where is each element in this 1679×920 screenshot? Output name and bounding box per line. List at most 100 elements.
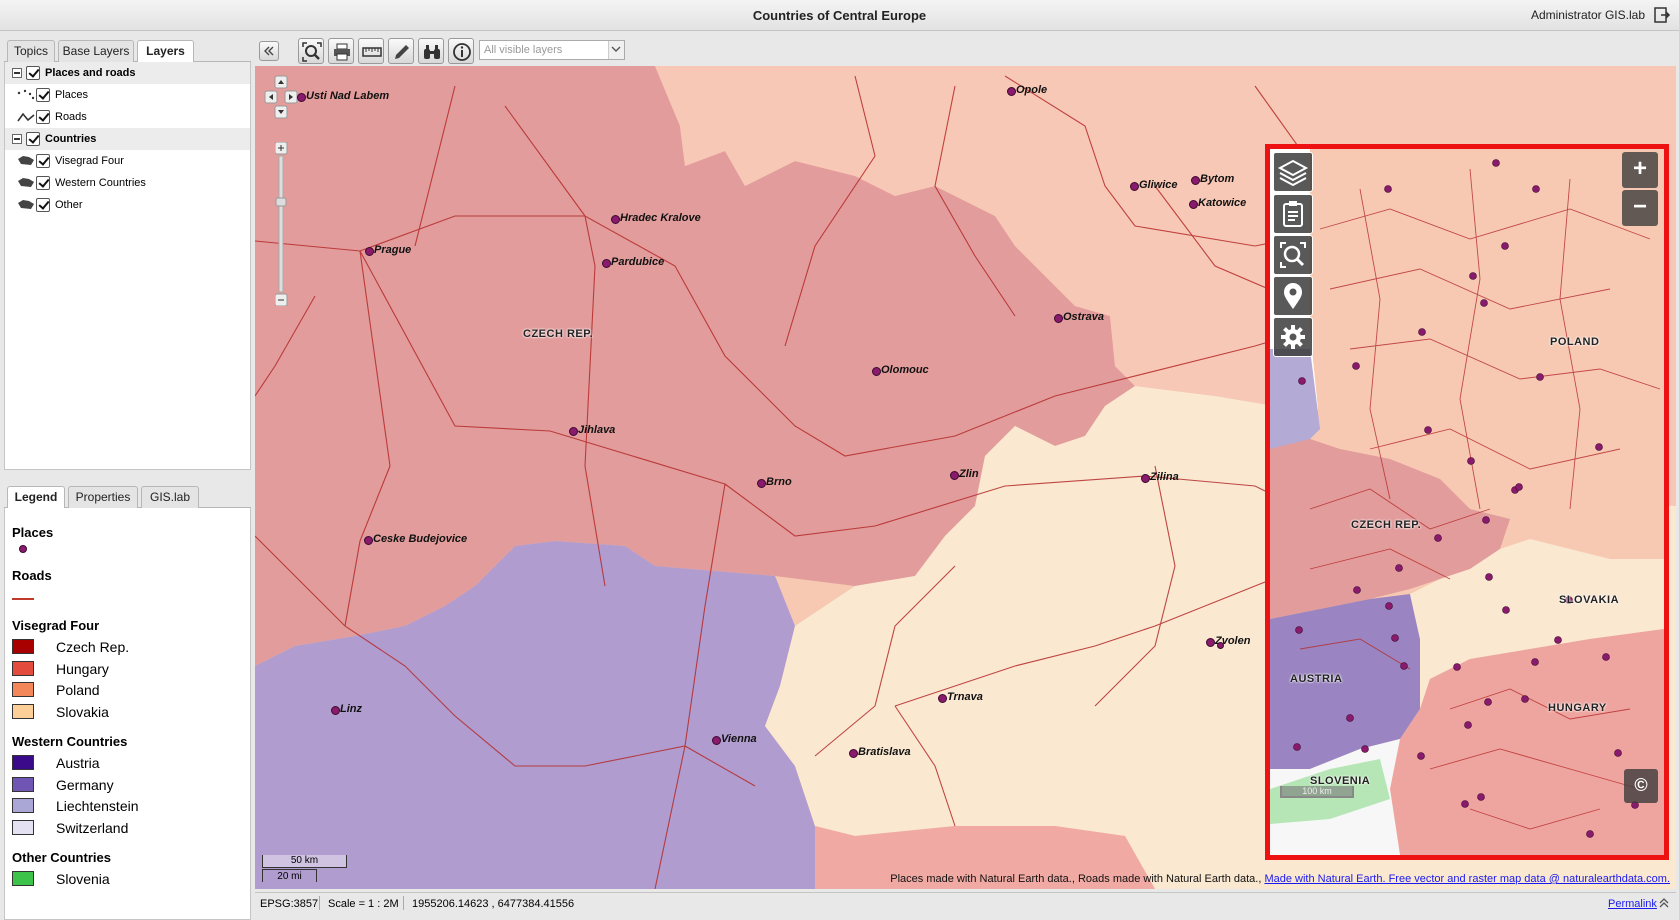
checkbox[interactable] bbox=[36, 154, 50, 168]
city-label[interactable]: Usti Nad Labem bbox=[296, 90, 389, 102]
mobile-layers-button[interactable] bbox=[1273, 152, 1313, 192]
city-label[interactable]: Zilina bbox=[1141, 471, 1179, 483]
checkbox[interactable] bbox=[36, 198, 50, 212]
tree-item-places[interactable]: Places bbox=[5, 84, 250, 106]
checkbox[interactable] bbox=[26, 66, 40, 80]
country-label: SLOVAKIA bbox=[1559, 594, 1620, 606]
city-label[interactable]: Pardubice bbox=[601, 256, 664, 268]
city-label[interactable]: Hradec Kralove bbox=[611, 212, 701, 224]
coordinates-label: 1955206.14623 , 6477384.41556 bbox=[412, 898, 575, 910]
map-pin-icon bbox=[1284, 283, 1302, 309]
layer-select-value: All visible layers bbox=[484, 44, 563, 56]
mobile-viewer[interactable]: + − © POLAND CZECH REP. SLOVAKIA AUSTRIA… bbox=[1265, 144, 1669, 860]
tab-gislab[interactable]: GIS.lab bbox=[141, 486, 199, 508]
expand-up-icon[interactable] bbox=[1658, 897, 1670, 909]
checkbox[interactable] bbox=[36, 176, 50, 190]
swatch bbox=[12, 798, 34, 813]
city-label[interactable]: Bratislava bbox=[849, 746, 911, 758]
mobile-scale-bar: 100 km bbox=[1280, 786, 1354, 798]
search-button[interactable] bbox=[418, 38, 444, 64]
tab-topics[interactable]: Topics bbox=[7, 40, 55, 62]
app-title: Countries of Central Europe bbox=[752, 8, 927, 23]
city-label[interactable]: Linz bbox=[331, 703, 362, 715]
city-label[interactable]: Gliwice bbox=[1130, 179, 1178, 191]
ruler-icon bbox=[362, 47, 382, 57]
place-symbol-icon bbox=[19, 545, 27, 553]
mobile-zoom-in-button[interactable]: + bbox=[1622, 152, 1658, 188]
city-label[interactable]: Brno bbox=[757, 476, 792, 488]
swatch bbox=[12, 704, 34, 719]
swatch bbox=[12, 755, 34, 770]
country-label: CZECH REP. bbox=[523, 328, 594, 340]
checkbox[interactable] bbox=[36, 110, 50, 124]
city-label[interactable]: Olomouc bbox=[872, 364, 929, 376]
mobile-map-canvas[interactable] bbox=[1270, 149, 1664, 855]
zoom-to-extent-button[interactable] bbox=[298, 38, 324, 64]
city-label[interactable]: Trnava bbox=[938, 691, 983, 703]
draw-button[interactable] bbox=[388, 38, 414, 64]
checkbox[interactable] bbox=[36, 88, 50, 102]
place-marker[interactable] bbox=[1217, 642, 1224, 649]
city-label[interactable]: Prague bbox=[364, 244, 411, 256]
tab-legend[interactable]: Legend bbox=[7, 486, 65, 509]
country-label: HUNGARY bbox=[1548, 702, 1607, 714]
chevron-down-icon[interactable] bbox=[608, 41, 624, 59]
tab-base-layers[interactable]: Base Layers bbox=[58, 40, 134, 62]
tab-layers[interactable]: Layers bbox=[137, 40, 194, 63]
separator bbox=[403, 896, 404, 910]
zoom-slider-handle[interactable] bbox=[275, 197, 287, 207]
tree-item-other[interactable]: Other bbox=[5, 194, 250, 216]
country-label: CZECH REP. bbox=[1351, 519, 1422, 531]
city-label[interactable]: Zlin bbox=[950, 468, 979, 480]
attribution-text: Places made with Natural Earth data., Ro… bbox=[890, 873, 1265, 885]
scale-km: 50 km bbox=[262, 855, 347, 868]
tree-item-roads[interactable]: Roads bbox=[5, 106, 250, 128]
zoom-slider[interactable] bbox=[274, 141, 288, 307]
tree-group-places-and-roads[interactable]: Places and roads bbox=[5, 62, 250, 84]
identify-button[interactable] bbox=[448, 38, 474, 64]
pan-control[interactable] bbox=[263, 74, 299, 127]
measure-button[interactable] bbox=[358, 38, 384, 64]
country-label: AUSTRIA bbox=[1290, 673, 1343, 685]
pan-arrows-icon[interactable] bbox=[263, 74, 299, 124]
city-label[interactable]: Jihlava bbox=[568, 424, 615, 436]
zoom-extent-icon bbox=[1280, 242, 1306, 268]
collapse-icon[interactable] bbox=[12, 134, 22, 144]
city-label[interactable]: Opole bbox=[1006, 84, 1047, 96]
mobile-zoom-extent-button[interactable] bbox=[1273, 235, 1313, 275]
scale-label: Scale = 1 : 2M bbox=[328, 898, 399, 910]
mobile-settings-button[interactable] bbox=[1273, 317, 1313, 357]
mobile-legend-button[interactable] bbox=[1273, 194, 1313, 234]
checkbox[interactable] bbox=[26, 132, 40, 146]
mobile-attribution-button[interactable]: © bbox=[1624, 769, 1658, 803]
city-label[interactable]: Ostrava bbox=[1054, 311, 1104, 323]
mobile-location-button[interactable] bbox=[1273, 276, 1313, 316]
print-button[interactable] bbox=[328, 38, 354, 64]
swatch bbox=[12, 639, 34, 654]
tab-properties[interactable]: Properties bbox=[68, 486, 138, 508]
permalink-link[interactable]: Permalink bbox=[1608, 898, 1657, 910]
city-label[interactable]: Katowice bbox=[1188, 197, 1246, 209]
legend-tabs: Legend Properties GIS.lab bbox=[4, 482, 251, 509]
status-bar: EPSG:3857 Scale = 1 : 2M 1955206.14623 ,… bbox=[255, 892, 1676, 913]
tree-group-countries[interactable]: Countries bbox=[5, 128, 250, 150]
swatch bbox=[12, 682, 34, 697]
user-name: Administrator GIS.lab bbox=[1530, 8, 1645, 22]
collapse-panel-button[interactable] bbox=[259, 41, 279, 61]
tree-item-visegrad-four[interactable]: Visegrad Four bbox=[5, 150, 250, 172]
city-label[interactable]: Vienna bbox=[712, 733, 757, 745]
tree-item-western-countries[interactable]: Western Countries bbox=[5, 172, 250, 194]
map-attribution: Places made with Natural Earth data., Ro… bbox=[890, 873, 1670, 885]
city-label[interactable]: Bytom bbox=[1190, 173, 1234, 185]
road-symbol-icon bbox=[12, 598, 34, 600]
collapse-icon[interactable] bbox=[12, 68, 22, 78]
mobile-zoom-out-button[interactable]: − bbox=[1622, 190, 1658, 226]
polygon-symbol-icon bbox=[18, 178, 34, 187]
city-label[interactable]: Ceske Budejovice bbox=[363, 533, 467, 545]
map-toolbar: All visible layers bbox=[255, 36, 1676, 66]
attribution-link[interactable]: Made with Natural Earth. Free vector and… bbox=[1264, 873, 1670, 885]
clipboard-icon bbox=[1283, 201, 1303, 227]
country-label: POLAND bbox=[1550, 336, 1600, 348]
logout-icon[interactable] bbox=[1653, 6, 1671, 24]
layer-select[interactable]: All visible layers bbox=[479, 40, 625, 60]
